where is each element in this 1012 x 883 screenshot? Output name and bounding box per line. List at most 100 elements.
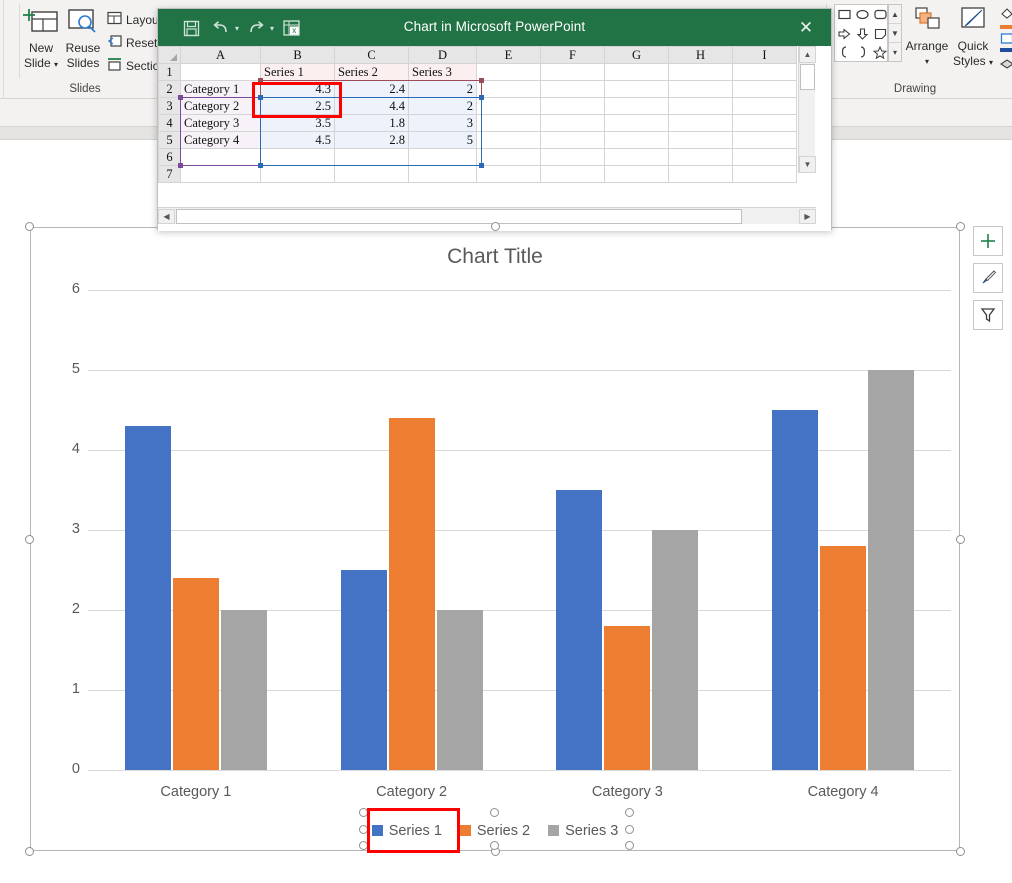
excel-title-bar[interactable]: ▾ ▾ x Cha [158,9,831,46]
shapes-gallery-scroll[interactable]: ▲ ▼ ▾ [888,4,902,62]
shape-fill-icon[interactable] [1000,6,1012,25]
cell-D5[interactable]: 5 [409,132,477,149]
legend-item-series-2[interactable]: Series 2 [460,823,530,839]
shape-effects-icon[interactable] [1000,56,1012,75]
cell-C1[interactable]: Series 2 [335,64,409,81]
column-header-E[interactable]: E [477,47,541,64]
chart-filters-button[interactable] [973,300,1003,330]
cell-E4[interactable] [477,115,541,132]
cell-C4[interactable]: 1.8 [335,115,409,132]
cell-D2[interactable]: 2 [409,81,477,98]
legend-item-series-1[interactable]: Series 1 [372,823,442,839]
cell-E7[interactable] [477,166,541,183]
cell-H4[interactable] [669,115,733,132]
cell-F1[interactable] [541,64,605,81]
legend-handle-middle-right[interactable] [625,825,634,834]
chart-handle-middle-right[interactable] [956,535,965,544]
cell-B1[interactable]: Series 1 [261,64,335,81]
cell-I5[interactable] [733,132,797,149]
chart-handle-bottom-right[interactable] [956,847,965,856]
cell-F2[interactable] [541,81,605,98]
cell-D7[interactable] [409,166,477,183]
cell-D1[interactable]: Series 3 [409,64,477,81]
cell-E5[interactable] [477,132,541,149]
bar-series-3-category-4[interactable] [868,370,914,770]
new-slide-chevron-down-icon[interactable]: ▾ [54,60,58,69]
column-header-A[interactable]: A [181,47,261,64]
cell-F7[interactable] [541,166,605,183]
new-slide-button[interactable]: New Slide ▾ [20,6,62,72]
cell-H5[interactable] [669,132,733,149]
sheet-horizontal-scrollbar[interactable]: ◀ ▶ [158,207,816,224]
cell-E3[interactable] [477,98,541,115]
chart-handle-top-center[interactable] [491,222,500,231]
arrange-chevron-down-icon[interactable]: ▾ [903,54,951,69]
cell-D4[interactable]: 3 [409,115,477,132]
legend-item-series-3[interactable]: Series 3 [548,823,618,839]
bar-series-3-category-1[interactable] [221,610,267,770]
cell-C3[interactable]: 4.4 [335,98,409,115]
gallery-more-icon[interactable]: ▾ [889,43,901,61]
row-header-4[interactable]: 4 [159,115,181,132]
cell-A1[interactable] [181,64,261,81]
cell-D6[interactable] [409,149,477,166]
quick-styles-chevron-down-icon[interactable]: ▾ [989,58,993,67]
cell-I4[interactable] [733,115,797,132]
gallery-scroll-down-icon[interactable]: ▼ [889,24,901,43]
close-icon[interactable]: ✕ [795,17,817,39]
chart-plot-area[interactable]: 6543210Category 1Category 2Category 3Cat… [58,290,951,770]
chart-handle-top-left[interactable] [25,222,34,231]
cell-E6[interactable] [477,149,541,166]
chart-object[interactable]: Chart Title 6543210Category 1Category 2C… [30,227,960,851]
scroll-down-icon[interactable]: ▼ [799,156,816,173]
cell-C7[interactable] [335,166,409,183]
cell-A5[interactable]: Category 4 [181,132,261,149]
cell-A7[interactable] [181,166,261,183]
cell-C6[interactable] [335,149,409,166]
cell-I7[interactable] [733,166,797,183]
legend-handle-top-right[interactable] [625,808,634,817]
cell-E2[interactable] [477,81,541,98]
cell-G6[interactable] [605,149,669,166]
shape-star-icon[interactable] [871,43,889,62]
reset-button[interactable]: Reset [107,34,157,51]
shape-right-brace-icon[interactable] [853,43,871,62]
row-header-1[interactable]: 1 [159,64,181,81]
bar-series-1-category-2[interactable] [341,570,387,770]
cell-B5[interactable]: 4.5 [261,132,335,149]
shape-rounded-rectangle-icon[interactable] [871,5,889,24]
cell-A2[interactable]: Category 1 [181,81,261,98]
shape-folded-corner-icon[interactable] [871,24,889,43]
shape-left-brace-icon[interactable] [835,43,853,62]
cell-G4[interactable] [605,115,669,132]
legend-handle-top-left[interactable] [359,808,368,817]
quick-styles-button[interactable]: Quick Styles ▾ [951,6,995,70]
chart-styles-button[interactable] [973,263,1003,293]
bar-series-1-category-3[interactable] [556,490,602,770]
layout-button[interactable]: Layout [107,11,162,28]
vertical-scroll-thumb[interactable] [800,64,815,90]
bar-series-3-category-2[interactable] [437,610,483,770]
select-all-corner[interactable] [159,47,181,64]
cell-I2[interactable] [733,81,797,98]
arrange-button[interactable]: Arrange ▾ [903,6,951,69]
shape-down-arrow-icon[interactable] [853,24,871,43]
chart-side-buttons[interactable] [973,226,1003,330]
cell-B2[interactable]: 4.3 [261,81,335,98]
cell-H7[interactable] [669,166,733,183]
row-header-6[interactable]: 6 [159,149,181,166]
legend-handle-bottom-left[interactable] [359,841,368,850]
legend-handle-bottom-center[interactable] [490,841,499,850]
chart-handle-middle-left[interactable] [25,535,34,544]
row-header-3[interactable]: 3 [159,98,181,115]
cell-H6[interactable] [669,149,733,166]
excel-data-window[interactable]: ▾ ▾ x Cha [157,8,832,230]
legend-handle-middle-left[interactable] [359,825,368,834]
cell-F3[interactable] [541,98,605,115]
horizontal-scroll-thumb[interactable] [176,209,742,224]
chart-elements-button[interactable] [973,226,1003,256]
shape-fill-color-bar[interactable] [1000,25,1012,29]
chart-handle-top-right[interactable] [956,222,965,231]
cell-I6[interactable] [733,149,797,166]
cell-G7[interactable] [605,166,669,183]
